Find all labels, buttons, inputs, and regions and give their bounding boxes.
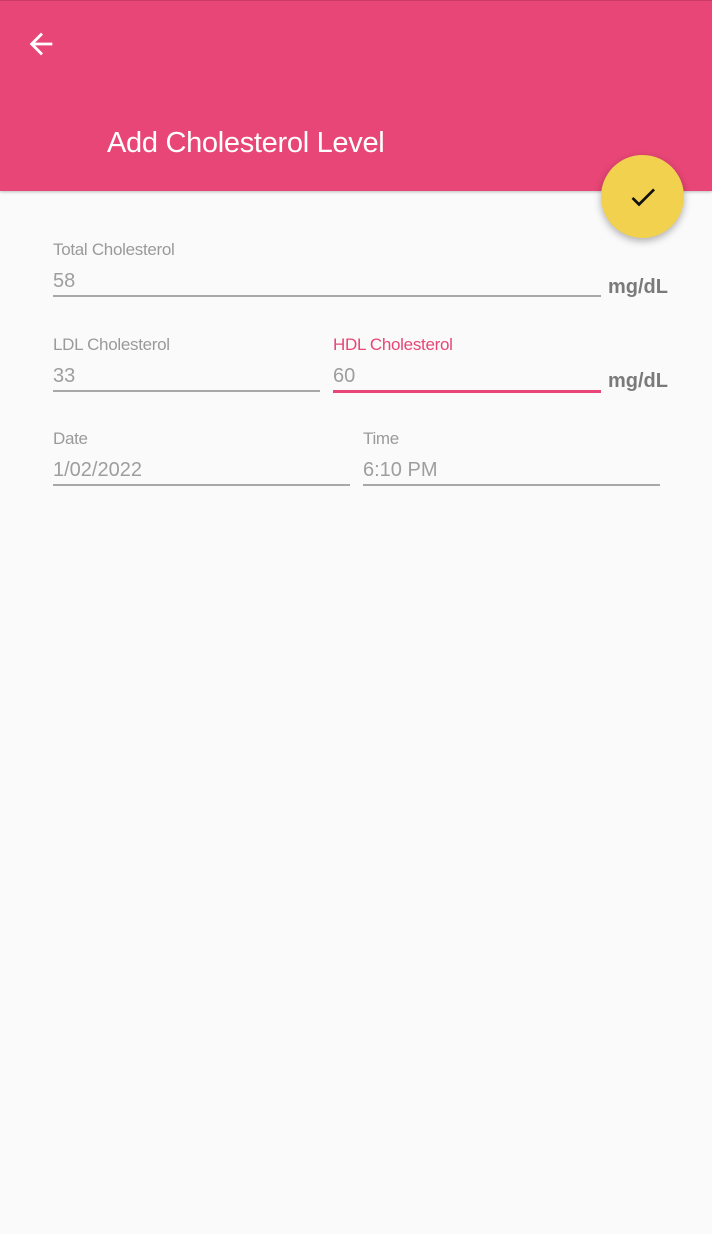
field-label: Time <box>363 429 399 448</box>
field-label: LDL Cholesterol <box>53 335 170 354</box>
field-value: 1/02/2022 <box>53 459 142 481</box>
field-underline <box>363 484 660 486</box>
app-bar: Add Cholesterol Level <box>0 0 712 191</box>
time-field[interactable]: Time 6:10 PM <box>363 429 660 489</box>
field-value: 33 <box>53 365 76 387</box>
field-underline <box>53 295 601 297</box>
field-underline <box>333 390 601 393</box>
field-label: Date <box>53 429 88 448</box>
field-underline <box>53 484 350 486</box>
field-value: 6:10 PM <box>363 459 438 481</box>
date-field[interactable]: Date 1/02/2022 <box>53 429 350 489</box>
field-label: Total Cholesterol <box>53 240 175 259</box>
unit-label: mg/dL <box>608 276 668 298</box>
ldl-cholesterol-field[interactable]: LDL Cholesterol 33 <box>53 335 320 395</box>
field-value: 58 <box>53 270 76 292</box>
field-value: 60 <box>333 365 356 387</box>
page-title: Add Cholesterol Level <box>107 127 385 159</box>
field-underline <box>53 390 320 392</box>
arrow-left-icon <box>29 32 53 56</box>
field-label: HDL Cholesterol <box>333 335 453 354</box>
check-icon <box>631 187 655 206</box>
save-button[interactable] <box>601 155 684 238</box>
back-button[interactable] <box>24 27 58 61</box>
total-cholesterol-field[interactable]: Total Cholesterol 58 <box>53 240 601 300</box>
hdl-cholesterol-field[interactable]: HDL Cholesterol 60 <box>333 335 601 395</box>
unit-label: mg/dL <box>608 370 668 392</box>
